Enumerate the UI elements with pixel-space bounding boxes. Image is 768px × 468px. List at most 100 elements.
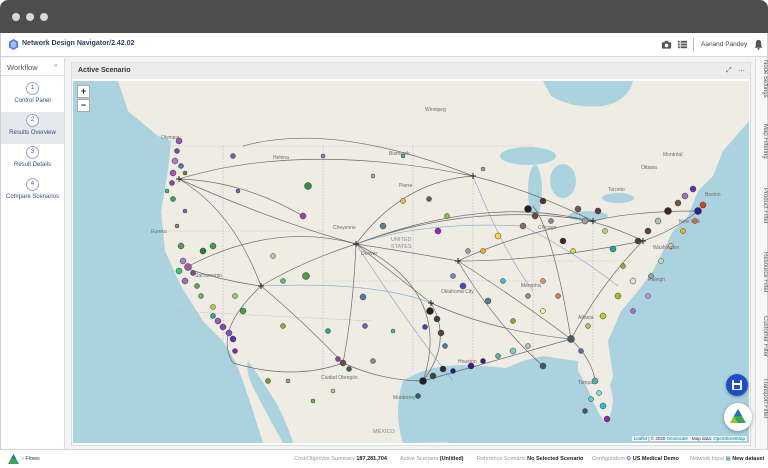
label-pierre: Pierre xyxy=(399,183,413,189)
label-winnipeg: Winnipeg xyxy=(425,107,446,113)
step-number: 4 xyxy=(26,178,39,191)
workflow-step-control-panel[interactable]: 1 Control Panel xyxy=(1,80,64,112)
configuration-value: US Medical Demo xyxy=(632,456,679,462)
double-chevron-left-icon[interactable]: « xyxy=(54,63,57,69)
network-map[interactable]: Winnipeg Helena Bismarck Pierre Olympia … xyxy=(73,81,749,443)
omniscale-link[interactable]: Omniscale xyxy=(667,436,688,441)
rail-tab-label: Customer Filter xyxy=(762,316,768,358)
cost-value: 187,281,704 xyxy=(356,456,387,462)
status-bar: › Flows Cost/Objective Summary 187,281,7… xyxy=(0,449,768,468)
user-name[interactable]: Aanand Pandey xyxy=(701,41,747,48)
app-header: Network Design Navigator/2.42.02 Aanand … xyxy=(1,33,767,57)
active-scenario-label: Active Scenario xyxy=(400,456,439,462)
flows-toggle[interactable]: › Flows xyxy=(22,456,40,462)
rail-tab-label: Map Filtering xyxy=(762,124,768,159)
lake-erie xyxy=(568,211,608,221)
rail-tab-label: Node Settings xyxy=(762,60,768,98)
workflow-divider xyxy=(1,75,64,76)
label-united: UNITED xyxy=(391,237,412,243)
label-states: STATES xyxy=(391,244,412,250)
network-input-label: Network Input xyxy=(690,456,724,462)
network-input-value: New dataset xyxy=(732,456,765,462)
configuration-label: Configuration xyxy=(592,456,625,462)
label-olympia: Olympia xyxy=(161,135,180,141)
app-title: Network Design Navigator/2.42.02 xyxy=(22,40,135,47)
label-sacramento: Sacramento xyxy=(195,273,222,279)
tab-node-settings[interactable]: Node Settings xyxy=(756,60,768,120)
label-toronto: Toronto xyxy=(608,187,625,193)
chevron-right-icon: › xyxy=(22,456,24,462)
step-label: Results Overview xyxy=(9,130,56,136)
header-separator xyxy=(693,38,694,51)
assistant-button[interactable] xyxy=(724,403,752,431)
label-bismarck: Bismarck xyxy=(389,151,410,157)
dataset-icon: ▦ xyxy=(725,456,731,462)
step-number: 3 xyxy=(26,146,39,159)
leaflet-link[interactable]: Leaflet xyxy=(634,436,648,441)
label-cheyenne: Cheyenne xyxy=(333,225,356,231)
app-logo-icon xyxy=(8,39,19,50)
lake-huron xyxy=(550,164,576,198)
right-filter-rail: Node Settings Map Filtering Product Filt… xyxy=(755,58,768,449)
tab-resource-filter[interactable]: Resource Filter xyxy=(756,252,768,312)
reference-scenario-value: No Selected Scenario xyxy=(527,456,584,462)
step-number: 2 xyxy=(26,114,39,127)
label-memphis: Memphis xyxy=(521,283,542,289)
more-options-icon[interactable]: ⋯ xyxy=(738,67,745,75)
lake-superior xyxy=(500,147,556,165)
window-close-dot[interactable] xyxy=(12,13,20,21)
window-maximize-dot[interactable] xyxy=(40,13,48,21)
app-window: Network Design Navigator/2.42.02 Aanand … xyxy=(0,33,768,468)
tab-product-filter[interactable]: Product Filter xyxy=(756,188,768,248)
brand-small-icon xyxy=(8,454,19,464)
label-denver: Denver xyxy=(361,251,377,257)
active-scenario-value: (Unlitled) xyxy=(439,456,464,462)
workflow-step-result-details[interactable]: 3 Result Details xyxy=(1,144,64,176)
list-view-icon[interactable] xyxy=(677,39,688,50)
window-title-bar xyxy=(0,0,768,33)
zoom-in-button[interactable]: + xyxy=(77,85,90,98)
save-button[interactable] xyxy=(726,374,748,396)
attribution-copyright: | © 2020 xyxy=(648,436,666,441)
step-label: Control Panel xyxy=(14,98,51,104)
panel-header: Active Scenario ⤢ ⋯ xyxy=(72,63,750,79)
label-chicago: Chicago xyxy=(538,225,557,231)
expand-icon[interactable]: ⤢ xyxy=(726,67,732,75)
workflow-step-compare-scenarios[interactable]: 4 Compare Scenarios xyxy=(1,176,64,208)
rail-tab-label: Resource Filter xyxy=(762,252,768,293)
workflow-sidebar: Workflow « 1 Control Panel 2 Results Ove… xyxy=(1,58,65,449)
attribution-map-data: · Map data: xyxy=(689,436,712,441)
zoom-out-button[interactable]: − xyxy=(77,99,90,112)
lake-ontario xyxy=(602,193,634,203)
label-raleigh: Raleigh xyxy=(648,277,665,283)
flows-label: Flows xyxy=(25,456,40,462)
camera-icon[interactable] xyxy=(661,39,672,50)
workflow-title: Workflow xyxy=(7,63,38,72)
label-ciudad-obregon: Ciudad Obregón xyxy=(321,375,358,381)
label-mexico: MÉXICO xyxy=(373,428,395,435)
tab-transport-filter[interactable]: Transport Filter xyxy=(756,378,768,444)
workflow-step-results-overview[interactable]: 2 Results Overview xyxy=(1,112,64,144)
floppy-disk-icon xyxy=(732,380,742,390)
window-minimize-dot[interactable] xyxy=(26,13,34,21)
label-tampa: Tampa xyxy=(578,380,593,386)
label-atlanta: Atlanta xyxy=(578,315,594,321)
osm-link[interactable]: OpenStreetMap xyxy=(713,436,745,441)
panel-title: Active Scenario xyxy=(78,67,131,74)
map-canvas[interactable]: Winnipeg Helena Bismarck Pierre Olympia … xyxy=(73,81,749,443)
brand-triangle-icon xyxy=(730,409,746,423)
cost-label: Cost/Objective Summary xyxy=(294,456,355,462)
tab-map-filtering[interactable]: Map Filtering xyxy=(756,124,768,184)
step-label: Compare Scenarios xyxy=(5,194,60,200)
label-new-york: New York xyxy=(679,219,701,225)
rail-tab-label: Product Filter xyxy=(762,188,768,224)
gear-icon: ⚙ xyxy=(626,456,632,462)
map-attribution: Leaflet | © 2020 Omniscale · Map data: O… xyxy=(631,436,747,441)
step-number: 1 xyxy=(26,82,39,95)
rail-tab-label: Transport Filter xyxy=(762,378,768,419)
label-eureka: Eureka xyxy=(151,229,167,235)
bell-icon[interactable] xyxy=(753,39,764,50)
label-boston: Boston xyxy=(705,192,721,198)
tab-customer-filter[interactable]: Customer Filter xyxy=(756,316,768,376)
reference-scenario-label: Reference Scenario xyxy=(477,456,526,462)
